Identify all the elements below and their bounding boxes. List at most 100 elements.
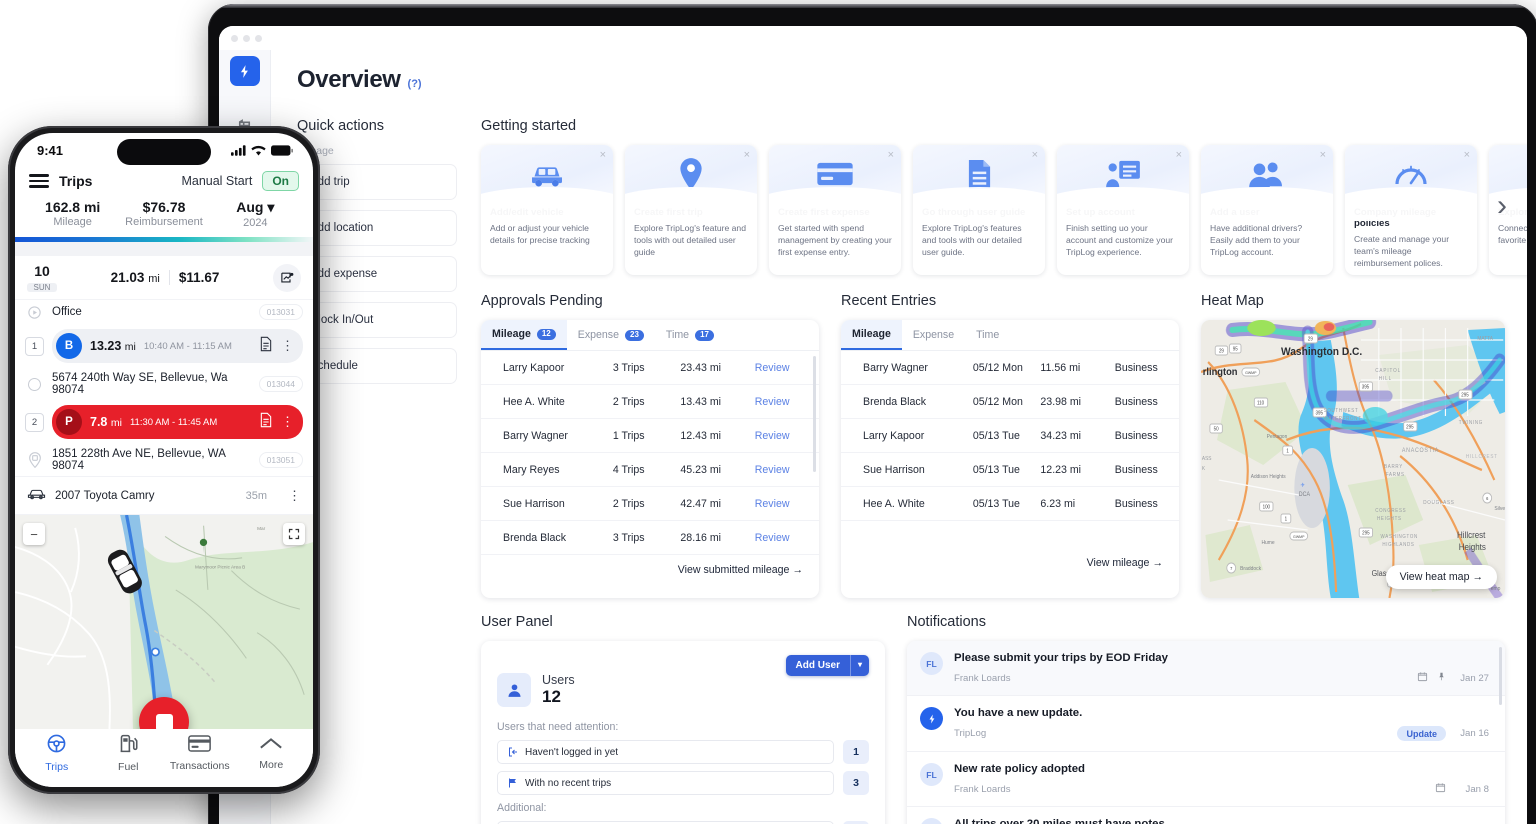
getting-started-card[interactable]: × Explore Integrations Connect TripLog t… (1489, 145, 1527, 275)
table-row[interactable]: Brenda Black 05/12 Mon 23.98 mi Business (841, 384, 1179, 419)
attention-item-no-recent-trips[interactable]: With no recent trips (497, 771, 834, 795)
notification-item[interactable]: FL New rate policy adopted Frank Loards (907, 752, 1505, 807)
svg-text:WASHINGTON: WASHINGTON (1381, 534, 1418, 540)
tab-mileage[interactable]: Mileage 12 (481, 320, 567, 350)
close-icon[interactable]: × (1176, 150, 1182, 161)
triplog-logo-icon[interactable] (229, 56, 260, 86)
trip-note-icon[interactable] (259, 412, 273, 433)
trip-index: 1 (25, 336, 44, 356)
getting-started-card[interactable]: × (913, 145, 1045, 275)
table-row[interactable]: Sue Harrison 05/13 Tue 12.23 mi Business (841, 452, 1179, 487)
trip-type-badge: B (56, 333, 82, 359)
phone-tab-transactions[interactable]: Transactions (164, 734, 236, 772)
update-badge[interactable]: Update (1397, 726, 1446, 741)
expand-icon[interactable] (283, 523, 305, 545)
carousel-next-icon[interactable]: › (1497, 189, 1507, 223)
review-link[interactable]: Review (754, 351, 819, 385)
notification-item[interactable]: FL All trips over 20 miles must have not… (907, 807, 1505, 824)
trip-leg-row[interactable]: 1 B 13.23 mi 10:40 AM - 11:15 AM ⋮ (15, 324, 313, 368)
table-row[interactable]: Brenda Black 3 Trips 28.16 mi Review (481, 520, 819, 555)
close-icon[interactable]: × (600, 150, 606, 161)
attention-row[interactable]: With no recent trips 3 (497, 771, 869, 795)
svg-text:50: 50 (1214, 426, 1219, 432)
vehicle-row[interactable]: 2007 Toyota Camry 35m ⋮ (15, 476, 313, 515)
close-icon[interactable]: × (744, 150, 750, 161)
attention-item-not-logged-in[interactable]: Haven't logged in yet (497, 740, 834, 764)
table-row[interactable]: Sue Harrison 2 Trips 42.47 mi Review (481, 486, 819, 521)
tab-expense[interactable]: Expense (902, 320, 965, 350)
getting-started-card[interactable]: × Create first trip (625, 145, 757, 275)
review-link[interactable]: Review (754, 418, 819, 453)
tab-time[interactable]: Time 17 (655, 320, 725, 350)
chevron-down-icon[interactable]: ▾ (849, 655, 869, 676)
view-submitted-mileage-link[interactable]: View submitted mileage → (481, 555, 819, 576)
table-row[interactable]: Mary Reyes 4 Trips 45.23 mi Review (481, 452, 819, 487)
tab-time[interactable]: Time (965, 320, 1010, 350)
attention-row[interactable]: Haven't logged in yet 1 (497, 740, 869, 764)
scrollbar[interactable] (813, 356, 816, 472)
table-row[interactable]: Hee A. White 05/13 Tue 6.23 mi Business (841, 486, 1179, 521)
svg-text:Braddock: Braddock (1240, 566, 1261, 572)
review-link[interactable]: Review (754, 384, 819, 419)
table-row[interactable]: Larry Kapoor 3 Trips 23.43 mi Review (481, 351, 819, 385)
view-heat-map-button[interactable]: View heat map → (1385, 565, 1497, 589)
close-icon[interactable]: × (1320, 150, 1326, 161)
getting-started-card[interactable]: × (1057, 145, 1189, 275)
getting-started-card[interactable]: × (1201, 145, 1333, 275)
kebab-icon[interactable]: ⋮ (288, 489, 301, 502)
close-icon[interactable]: × (1464, 150, 1470, 161)
phone-tab-more[interactable]: More (236, 736, 308, 771)
steering-wheel-icon (47, 734, 66, 753)
dynamic-island (117, 139, 211, 165)
map-canvas[interactable]: 29 95 29 395 110 50 295 395 295 1 100 1 … (1201, 320, 1505, 598)
help-link[interactable]: (?) (408, 78, 422, 90)
getting-started-card[interactable]: × Create first ex (769, 145, 901, 275)
review-link[interactable]: Review (754, 520, 819, 555)
notification-item[interactable]: You have a new update. TripLog Update Ja… (907, 696, 1505, 752)
trip-note-icon[interactable] (259, 336, 273, 357)
traffic-light-minimize[interactable] (243, 34, 250, 42)
table-row[interactable]: Barry Wagner 1 Trips 12.43 mi Review (481, 418, 819, 453)
export-report-icon[interactable] (273, 263, 301, 292)
tab-expense[interactable]: Expense 23 (567, 320, 655, 350)
cell-type: Business (1114, 351, 1179, 385)
getting-started-card[interactable]: × (481, 145, 613, 275)
close-icon[interactable]: × (888, 150, 894, 161)
phone-map[interactable]: Marymoor Picnic Area B Mar − (15, 515, 313, 729)
traffic-light-maximize[interactable] (255, 34, 262, 42)
quick-action-schedule[interactable]: Schedule (297, 348, 457, 384)
quick-action-clock-in-out[interactable]: Clock In/Out (297, 302, 457, 338)
review-link[interactable]: Review (754, 452, 819, 487)
notification-item[interactable]: FL Please submit your trips by EOD Frida… (907, 641, 1505, 705)
kebab-icon[interactable]: ⋮ (281, 415, 294, 428)
kebab-icon[interactable]: ⋮ (281, 339, 294, 352)
manual-start-toggle[interactable]: On (262, 171, 299, 191)
table-row[interactable]: Barry Wagner 05/12 Mon 11.56 mi Business (841, 351, 1179, 385)
getting-started-card[interactable]: × Company mileage (1345, 145, 1477, 275)
tablet-screen: Overview (?) Quick actions Mileage Add t… (219, 26, 1527, 824)
add-user-button[interactable]: Add User ▾ (785, 655, 869, 676)
hamburger-icon[interactable] (29, 174, 49, 188)
month-selector[interactable]: Aug ▾ 2024 (210, 199, 301, 229)
trip-leg-row[interactable]: 2 P 7.8 mi 11:30 AM - 11:45 AM ⋮ (15, 400, 313, 444)
review-link[interactable]: Review (754, 486, 819, 521)
traffic-light-close[interactable] (231, 34, 238, 42)
table-row[interactable]: Larry Kapoor 05/13 Tue 34.23 mi Business (841, 418, 1179, 453)
quick-action-add-location[interactable]: Add location (297, 210, 457, 246)
heat-map-panel[interactable]: 29 95 29 395 110 50 295 395 295 1 100 1 … (1201, 320, 1505, 598)
phone-tab-fuel[interactable]: Fuel (93, 733, 165, 773)
quick-action-add-expense[interactable]: Add expense (297, 256, 457, 292)
zoom-out-button[interactable]: − (23, 523, 45, 545)
phone-tab-label: Fuel (118, 761, 139, 773)
trip-end-row: 1851 228th Ave NE, Bellevue, WA 98074 01… (15, 444, 313, 476)
heat-map-section: Heat Map 29 95 29 395 110 50 295 395 295… (1201, 293, 1505, 598)
table-row[interactable]: Hee A. White 2 Trips 13.43 mi Review (481, 384, 819, 419)
add-user-label: Add User (795, 660, 840, 671)
svg-text:ASS: ASS (1202, 456, 1212, 462)
phone-tab-trips[interactable]: Trips (21, 733, 93, 773)
quick-action-add-trip[interactable]: Add trip (297, 164, 457, 200)
close-icon[interactable]: × (1032, 150, 1038, 161)
view-mileage-link[interactable]: View mileage → (841, 521, 1179, 569)
tab-mileage[interactable]: Mileage (841, 320, 902, 350)
approvals-tabs: Mileage 12 Expense 23 Time 17 (481, 320, 819, 351)
